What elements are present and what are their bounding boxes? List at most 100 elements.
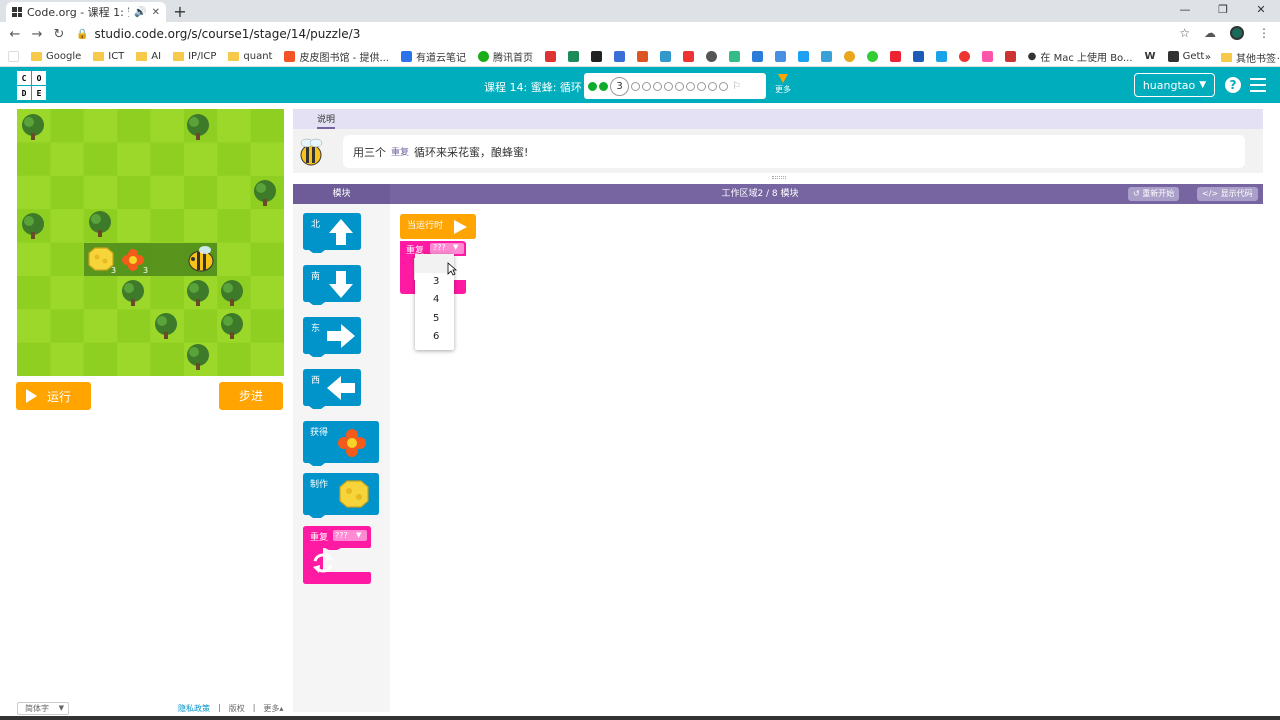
language-select[interactable]: 简体字 ▼ <box>17 702 69 715</box>
copyright-link[interactable]: 版权 <box>229 703 245 714</box>
bookmark-ict[interactable]: ICT <box>93 51 124 62</box>
dropdown-caret-icon: ▼ <box>453 243 459 251</box>
code-org-logo[interactable]: CO DE <box>17 71 46 100</box>
bookmark-globe-icon[interactable] <box>705 50 717 62</box>
tab-instructions[interactable]: 说明 <box>317 112 336 129</box>
forward-icon[interactable]: → <box>26 27 48 42</box>
bookmark-x-icon[interactable] <box>820 50 832 62</box>
bookmark-pipi[interactable]: 皮皮图书馆 - 提供... <box>284 49 389 64</box>
tab-title: Code.org - 课程 1: 蜜蜂: <box>27 6 129 19</box>
progress-dot[interactable] <box>664 81 673 91</box>
chrome-menu-icon[interactable]: ⋮ <box>1258 26 1270 40</box>
maze-board: 3 3 <box>17 109 284 376</box>
folder-icon <box>1221 53 1232 62</box>
code-org-favicon-icon <box>12 7 22 17</box>
progress-dot[interactable] <box>653 81 662 91</box>
more-menu[interactable]: 更多 <box>775 74 791 95</box>
dropdown-option[interactable]: 5 <box>415 310 454 329</box>
reload-icon[interactable]: ↻ <box>48 27 70 42</box>
bookmark-weibo-icon[interactable] <box>958 50 970 62</box>
bookmark-green-icon[interactable] <box>567 50 579 62</box>
instructions-text: 用三个 重复 循环来采花蜜，酿蜂蜜! <box>343 135 1245 168</box>
bookmark-s-icon[interactable] <box>545 50 556 62</box>
privacy-link[interactable]: 隐私政策 <box>178 703 210 714</box>
bookmark-teal-icon[interactable] <box>728 50 740 62</box>
step-button[interactable]: 步进 <box>219 382 283 410</box>
bookmark-pink-icon[interactable] <box>981 50 993 62</box>
bookmark-ai[interactable]: AI <box>136 51 161 62</box>
reset-button[interactable]: ↺ 重新开始 <box>1128 187 1180 201</box>
folder-icon <box>173 51 185 61</box>
bookmark-mac[interactable]: ● 在 Mac 上使用 Bo... <box>1028 49 1133 64</box>
other-bookmarks[interactable]: 其他书签 <box>1221 50 1276 65</box>
audio-icon[interactable]: 🔊 <box>134 7 146 18</box>
hamburger-menu-icon[interactable] <box>1250 78 1266 92</box>
resize-grip[interactable] <box>772 176 786 179</box>
progress-dot-done[interactable] <box>599 81 608 91</box>
unity-icon <box>1167 50 1179 62</box>
bookmark-c-icon[interactable] <box>636 50 648 62</box>
star-icon[interactable]: ☆ <box>1179 26 1190 40</box>
bookmarks-overflow-icon[interactable]: » <box>1205 52 1211 63</box>
course-title[interactable]: 课程 14: 蜜蜂: 循环 <box>484 79 582 95</box>
bookmark-nn-icon[interactable] <box>659 50 671 62</box>
puzzle-progress-bar: 3 ⚐ <box>584 73 766 99</box>
progress-dot[interactable] <box>686 81 695 91</box>
bookmark-dark-icon[interactable] <box>590 50 602 62</box>
bookmark-w[interactable]: W <box>1145 51 1156 62</box>
back-icon[interactable]: ← <box>4 27 26 42</box>
bookmark-zhi-icon[interactable] <box>774 50 786 62</box>
progress-dot[interactable] <box>675 81 684 91</box>
divider: | <box>218 703 221 712</box>
west-label: 西 <box>311 376 321 386</box>
progress-dot[interactable] <box>642 81 651 91</box>
bookmark-b-icon[interactable] <box>751 50 763 62</box>
bookmark-chrome-icon[interactable] <box>843 50 855 62</box>
maximize-icon[interactable]: ❐ <box>1204 0 1242 22</box>
apps-icon[interactable] <box>8 50 19 62</box>
extension-icon[interactable]: ☁ <box>1204 26 1216 40</box>
progress-dot-done[interactable] <box>588 81 597 91</box>
progress-dot[interactable] <box>697 81 706 91</box>
url-field[interactable]: 🔒 studio.code.org/s/course1/stage/14/puz… <box>76 27 360 41</box>
repeat-count-field[interactable]: ??? <box>335 531 348 540</box>
profile-avatar[interactable] <box>1230 26 1244 40</box>
more-triangle-icon <box>778 74 788 83</box>
bookmark-cloud-icon[interactable] <box>912 50 924 62</box>
bookmark-blue-icon[interactable] <box>613 50 625 62</box>
workspace-area[interactable] <box>390 204 1263 712</box>
bookmark-video-icon[interactable] <box>889 50 901 62</box>
bookmark-quant[interactable]: quant <box>228 51 272 62</box>
progress-dot-current[interactable]: 3 <box>610 76 629 96</box>
progress-dot[interactable] <box>708 81 717 91</box>
new-tab-button[interactable]: + <box>171 3 189 21</box>
bookmark-ip-icp[interactable]: IP/ICP <box>173 51 216 62</box>
close-tab-icon[interactable]: ✕ <box>152 7 160 18</box>
bookmark-red-icon[interactable] <box>682 50 694 62</box>
more-link[interactable]: 更多▴ <box>263 703 283 714</box>
run-button[interactable]: 运行 <box>16 382 91 410</box>
browser-tab[interactable]: Code.org - 课程 1: 蜜蜂: 🔊 ✕ <box>6 2 166 22</box>
finish-flag-icon[interactable]: ⚐ <box>732 81 741 92</box>
repeat-keyword: 重复 <box>391 148 410 158</box>
progress-dot[interactable] <box>719 81 728 91</box>
repeat-count-field[interactable]: ??? <box>433 243 446 252</box>
bookmark-google[interactable]: Google <box>30 51 81 62</box>
east-label: 东 <box>311 324 321 334</box>
help-icon[interactable]: ? <box>1225 77 1241 93</box>
dropdown-option[interactable]: 4 <box>415 291 454 310</box>
folder-icon <box>30 51 42 61</box>
user-menu-button[interactable]: huangtao ▼ <box>1134 73 1215 97</box>
minimize-icon[interactable]: — <box>1166 0 1204 22</box>
bookmark-p-icon[interactable] <box>1004 50 1016 62</box>
bookmark-green-circle-icon[interactable] <box>866 50 878 62</box>
bookmark-twitter-icon[interactable] <box>797 50 809 62</box>
show-code-button[interactable]: </> 显示代码 <box>1197 187 1258 201</box>
bookmark-youdao[interactable]: 有道云笔记 <box>401 49 466 64</box>
dropdown-option[interactable]: 6 <box>415 328 454 347</box>
tencent-icon <box>478 50 489 62</box>
close-window-icon[interactable]: ✕ <box>1242 0 1280 22</box>
bookmark-d-icon[interactable] <box>935 50 947 62</box>
bookmark-tencent[interactable]: 腾讯首页 <box>478 49 533 64</box>
progress-dot[interactable] <box>631 81 640 91</box>
